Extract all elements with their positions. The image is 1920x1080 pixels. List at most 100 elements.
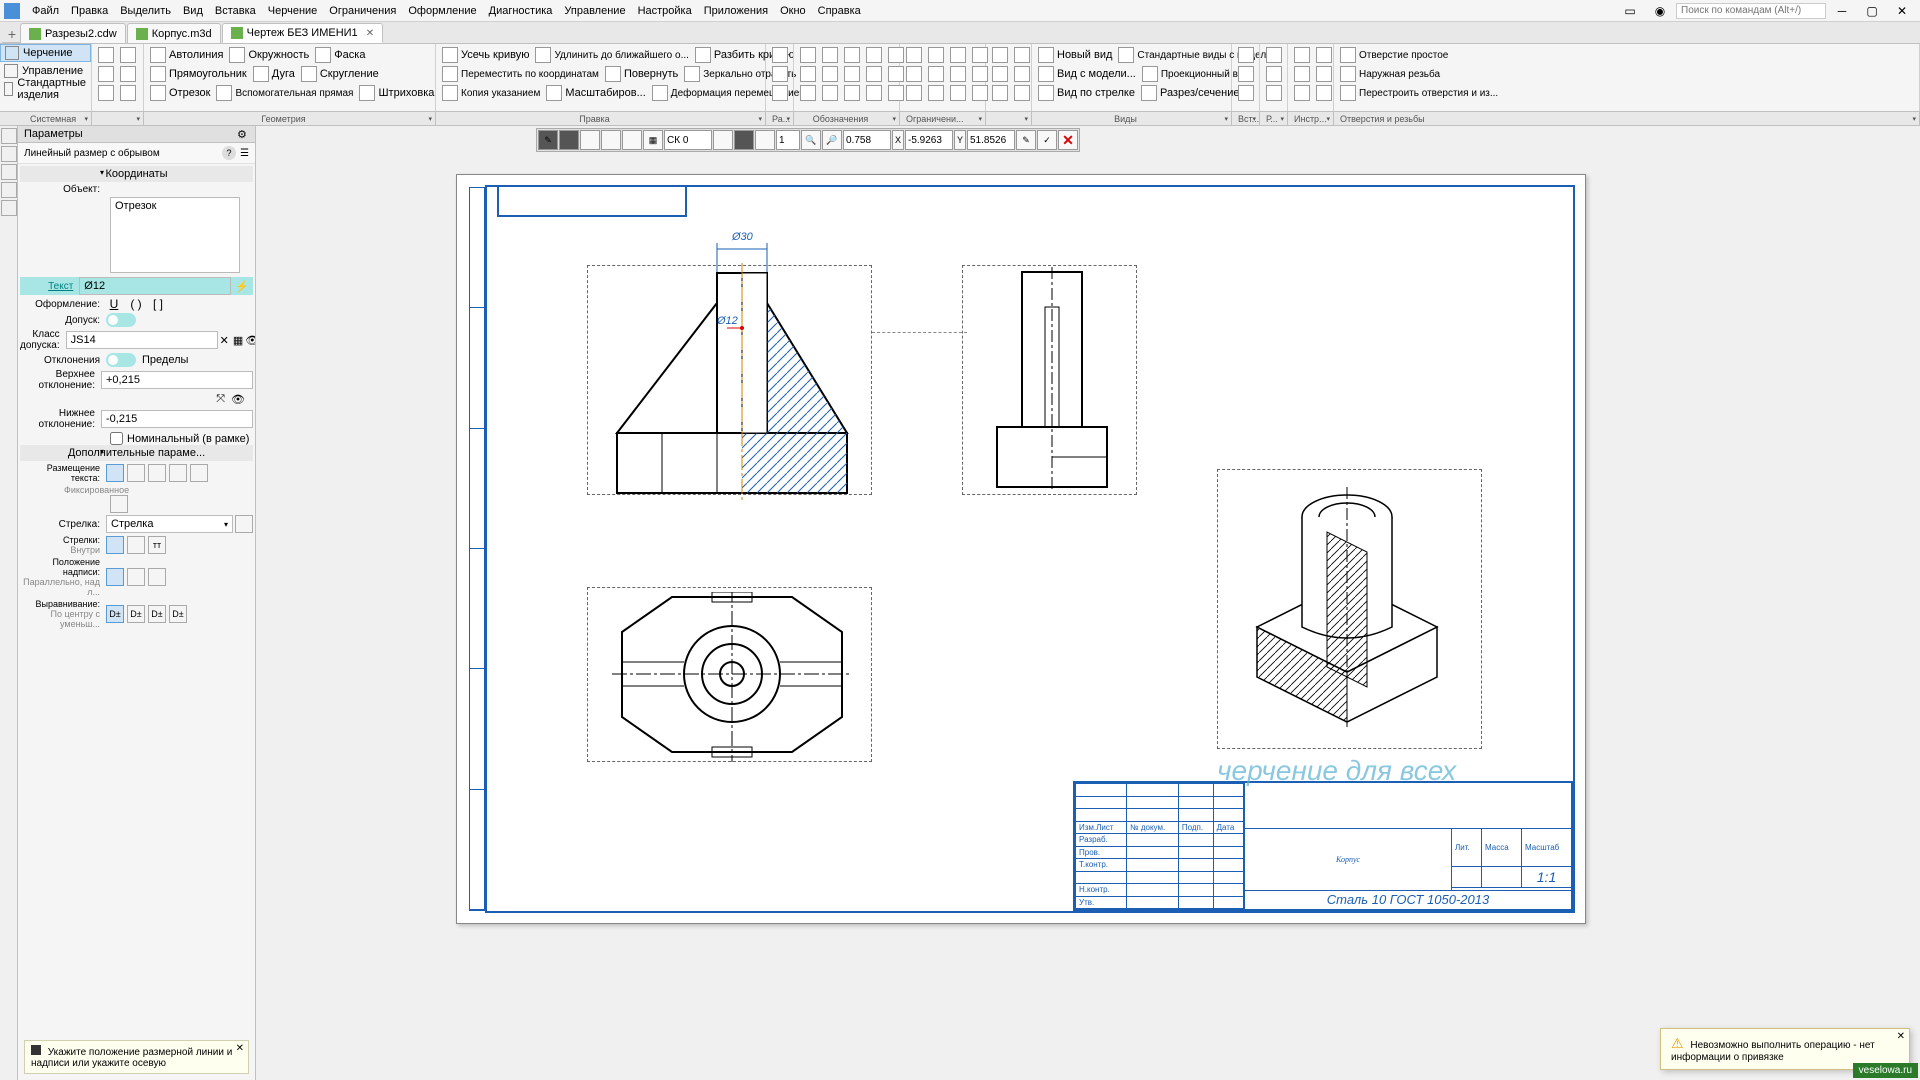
object-list[interactable]: Отрезок [110,197,240,273]
arrow-preview-icon[interactable] [235,515,253,533]
ct-grid[interactable]: ▦ [643,130,663,150]
upper-deviation-input[interactable] [101,371,253,389]
menu-insert[interactable]: Вставка [209,5,262,17]
btn-thread-ext[interactable]: Наружная резьба [1338,65,1442,83]
btn-move[interactable]: Переместить по координатам [440,65,601,83]
ico[interactable] [1314,46,1334,64]
ico[interactable] [1314,65,1334,83]
ct-zoom-input[interactable] [843,130,891,150]
ct-pencil[interactable]: ✎ [538,130,558,150]
btn-hatch[interactable]: Штриховка [357,84,436,102]
ct-x-input[interactable] [905,130,953,150]
btn-scale[interactable]: Масштабиров... [544,84,647,102]
sys-btn[interactable] [96,65,116,83]
btn-extend[interactable]: Удлинить до ближайшего о... [533,46,690,64]
menu-view[interactable]: Вид [177,5,209,17]
arrows-tt[interactable]: тт [148,536,166,554]
close-button[interactable]: ✕ [1888,2,1916,20]
help-icon[interactable]: ? [222,146,236,160]
ico[interactable] [1012,84,1032,102]
ico[interactable] [1264,84,1284,102]
btn-modelview[interactable]: Вид с модели... [1036,65,1138,83]
ico[interactable] [842,65,862,83]
sys-btn[interactable] [96,84,116,102]
text-input[interactable] [79,277,231,295]
ico[interactable] [1236,65,1256,83]
vbar-btn[interactable] [1,128,17,144]
ct-btn[interactable] [559,130,579,150]
align-4[interactable]: D± [169,605,187,623]
section-coords[interactable]: Координаты [20,166,253,182]
nominal-checkbox[interactable] [110,432,123,445]
btn-hole-simple[interactable]: Отверстие простое [1338,46,1450,64]
ct-cancel[interactable]: ✕ [1058,130,1078,150]
menu-constraints[interactable]: Ограничения [323,5,402,17]
notify-close-icon[interactable]: ✕ [1897,1031,1905,1042]
cap-2[interactable] [127,568,145,586]
ico[interactable] [990,65,1010,83]
ico[interactable] [770,46,790,64]
hint-close-icon[interactable]: ✕ [236,1043,244,1054]
ribbon-mode-drawing[interactable]: Черчение [0,44,91,62]
arrow-dropdown[interactable]: Стрелка [106,515,233,533]
ico[interactable] [770,65,790,83]
align-3[interactable]: D± [148,605,166,623]
place-opt-5[interactable] [190,464,208,482]
btn-line[interactable]: Отрезок [148,84,212,102]
sys-btn[interactable] [96,46,116,64]
browse-icon[interactable]: ▦ [233,334,243,347]
menu-drawing[interactable]: Черчение [262,5,324,17]
bolt-icon[interactable]: ⚡ [235,280,249,293]
eye-icon[interactable]: 👁 [245,334,255,347]
ct-btn[interactable] [755,130,775,150]
vbar-btn[interactable] [1,182,17,198]
cap-3[interactable] [148,568,166,586]
ico[interactable] [864,84,884,102]
sys-btn[interactable] [118,46,138,64]
ico[interactable] [926,46,946,64]
vbar-btn[interactable] [1,200,17,216]
ico[interactable] [904,65,924,83]
minimize-button[interactable]: ─ [1828,2,1856,20]
ico[interactable] [798,84,818,102]
ct-btn[interactable] [734,130,754,150]
ribbon-mode-std[interactable]: Стандартные изделия [0,80,91,98]
format-paren[interactable]: ( ) [128,297,144,311]
menu-edit[interactable]: Правка [65,5,114,17]
btn-section[interactable]: Разрез/сечение [1139,84,1242,102]
btn-autoline[interactable]: Автолиния [148,46,225,64]
format-u[interactable]: U [106,297,122,311]
ico[interactable] [820,65,840,83]
ico[interactable] [1314,84,1334,102]
place-opt-1[interactable] [106,464,124,482]
arrows-in[interactable] [106,536,124,554]
ico[interactable] [926,65,946,83]
ico[interactable] [842,46,862,64]
lower-deviation-input[interactable] [101,410,253,428]
menu-layout[interactable]: Оформление [402,5,482,17]
vbar-btn[interactable] [1,146,17,162]
command-search[interactable] [1676,3,1826,19]
ico[interactable] [1264,46,1284,64]
drawing-canvas[interactable]: ✎ ▦ 🔍 🔎 X Y ✎ ✓ ✕ [256,126,1920,1080]
ico[interactable] [904,84,924,102]
cap-1[interactable] [106,568,124,586]
aux-btn-2[interactable]: ◉ [1646,2,1674,20]
ico[interactable] [842,84,862,102]
ico[interactable] [820,84,840,102]
menu-window[interactable]: Окно [774,5,812,17]
ico[interactable] [948,65,968,83]
btn-arc[interactable]: Дуга [251,65,297,83]
menu-diag[interactable]: Диагностика [483,5,559,17]
ico[interactable] [1292,46,1312,64]
ico[interactable] [798,46,818,64]
ct-btn[interactable] [601,130,621,150]
ct-dropper[interactable]: ✎ [1016,130,1036,150]
format-bracket[interactable]: [ ] [150,297,166,311]
btn-chamfer[interactable]: Фаска [313,46,367,64]
tab-2[interactable]: Чертеж БЕЗ ИМЕНИ1✕ [222,23,383,43]
menu-help[interactable]: Справка [812,5,867,17]
ico[interactable] [1236,46,1256,64]
eye-off-icon[interactable]: 👁 [231,393,245,406]
btn-newview[interactable]: Новый вид [1036,46,1114,64]
